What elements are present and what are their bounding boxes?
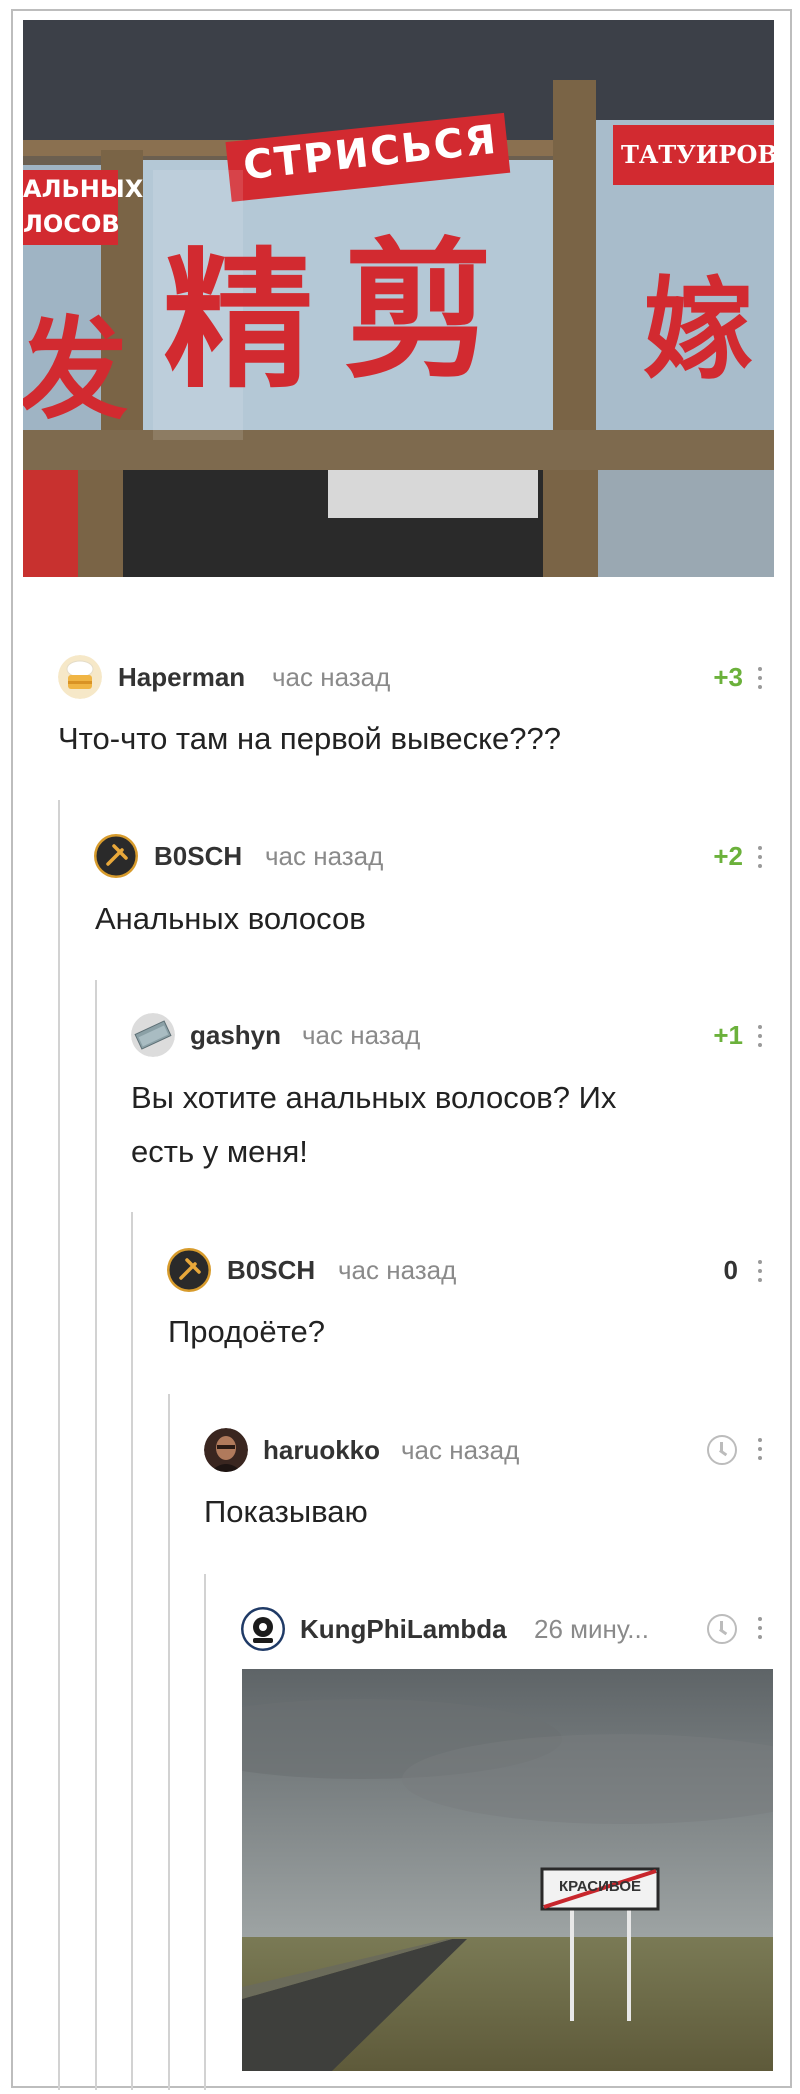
sign-left-line1: АЛЬНЫХ (23, 175, 144, 203)
glyph-left: 发 (23, 309, 128, 432)
comment-text: Показываю (204, 1494, 368, 1529)
glyph-main-1: 精 (163, 237, 314, 405)
comment-text: Анальных волосов (95, 901, 366, 936)
hammer-badge-icon (167, 1248, 211, 1292)
avatar[interactable] (167, 1248, 211, 1292)
glyph-right: 嫁 (643, 269, 753, 392)
more-options-icon[interactable] (756, 667, 764, 693)
hammer-badge-icon (94, 834, 138, 878)
username[interactable]: haruokko (263, 1435, 380, 1466)
more-options-icon[interactable] (756, 1025, 764, 1051)
comment-image[interactable]: КРАСИВОЕ (242, 1669, 773, 2071)
rating: +3 (713, 662, 743, 692)
timestamp[interactable]: 26 мину... (534, 1614, 649, 1645)
thread-line-2[interactable] (95, 980, 97, 2090)
clock-icon (707, 1435, 737, 1465)
more-options-icon[interactable] (756, 1617, 764, 1643)
sign-right-text: ТАТУИРОВКА (621, 140, 774, 169)
portrait-icon (204, 1428, 248, 1472)
avatar[interactable] (204, 1428, 248, 1472)
more-options-icon[interactable] (756, 846, 764, 872)
post-image[interactable]: СТРИСЬСЯ АЛЬНЫХ ЛОСОВ ТАТУИРОВКА 发 精 剪 嫁 (23, 20, 774, 577)
comment-text: Продоёте? (168, 1314, 325, 1349)
road-sign-illustration (242, 1669, 773, 2071)
timestamp[interactable]: час назад (302, 1020, 420, 1051)
comment-text-line2: есть у меня! (131, 1134, 308, 1169)
avatar[interactable] (131, 1013, 175, 1057)
thread-line-4[interactable] (168, 1394, 170, 2090)
username[interactable]: KungPhiLambda (300, 1614, 507, 1645)
more-options-icon[interactable] (756, 1260, 764, 1286)
username[interactable]: gashyn (190, 1020, 281, 1051)
road-sign-text: КРАСИВОЕ (558, 1878, 642, 1895)
username[interactable]: B0SCH (227, 1255, 315, 1286)
comment-text-line1: Вы хотите анальных волосов? Их (131, 1080, 617, 1115)
avatar[interactable] (94, 834, 138, 878)
thread-line-3[interactable] (131, 1212, 133, 2090)
money-stack-icon (131, 1013, 175, 1057)
lambda-robot-icon (241, 1607, 285, 1651)
avatar[interactable] (58, 655, 102, 699)
timestamp[interactable]: час назад (401, 1435, 519, 1466)
comment-text: Что-что там на первой вывеске??? (58, 721, 561, 756)
avatar[interactable] (241, 1607, 285, 1651)
rating: 0 (723, 1255, 738, 1285)
more-options-icon[interactable] (756, 1438, 764, 1464)
chef-cake-icon (58, 655, 102, 699)
timestamp[interactable]: час назад (272, 662, 390, 693)
rating: +2 (713, 841, 743, 871)
thread-line-1[interactable] (58, 800, 60, 2090)
sign-left-line2: ЛОСОВ (23, 210, 120, 238)
username[interactable]: B0SCH (154, 841, 242, 872)
timestamp[interactable]: час назад (265, 841, 383, 872)
timestamp[interactable]: час назад (338, 1255, 456, 1286)
username[interactable]: Haperman (118, 662, 245, 693)
thread-line-5[interactable] (204, 1574, 206, 2090)
rating: +1 (713, 1020, 743, 1050)
glyph-main-2: 剪 (343, 227, 494, 395)
clock-icon (707, 1614, 737, 1644)
